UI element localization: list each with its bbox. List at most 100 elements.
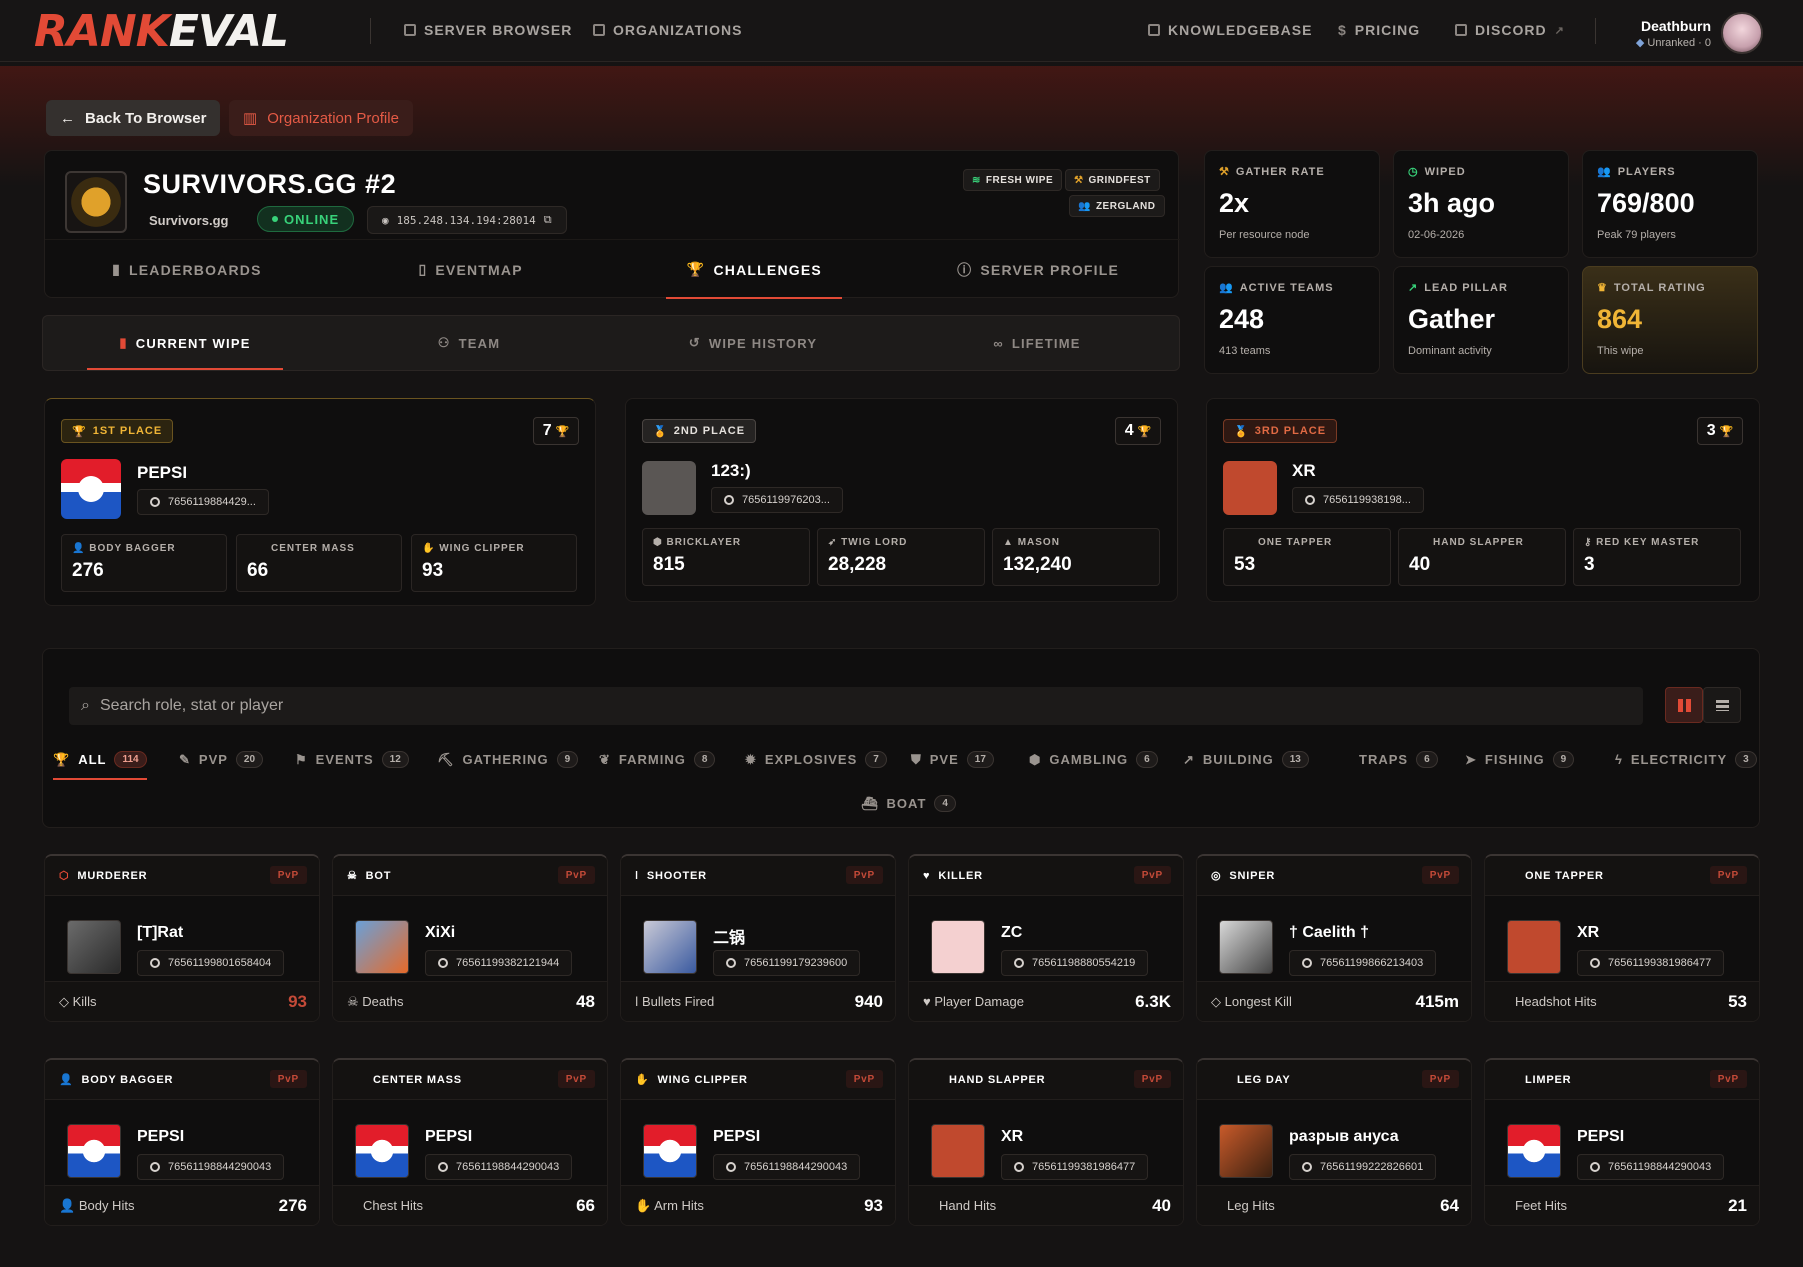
player-name[interactable]: PEPSI: [137, 1128, 184, 1146]
filter-gambling[interactable]: ⬢ GAMBLING 6: [1029, 751, 1158, 768]
steam-id[interactable]: 76561199381986477: [1577, 950, 1725, 976]
player-name[interactable]: XiXi: [425, 924, 455, 942]
server-ip[interactable]: ◉ 185.248.134.194:28014 ⧉: [367, 206, 567, 234]
subtab-team[interactable]: ⚇ TEAM: [327, 316, 611, 370]
avatar: [1219, 1124, 1273, 1178]
player-name[interactable]: PEPSI: [425, 1128, 472, 1146]
player-name[interactable]: XR: [1001, 1128, 1023, 1146]
role-card-murderer[interactable]: ⬡ MURDERER PvP [T]Rat 76561199801658404 ◇ Kil…: [44, 854, 320, 1022]
player-name[interactable]: ZC: [1001, 924, 1022, 942]
avatar: [61, 459, 121, 519]
steam-id[interactable]: 76561199381986477: [1001, 1154, 1149, 1180]
filter-fishing[interactable]: ➤ FISHING 9: [1465, 751, 1575, 768]
steam-id[interactable]: 76561198844290043: [137, 1154, 285, 1180]
filter-count: 6: [1416, 751, 1438, 768]
steam-id[interactable]: 76561198880554219: [1001, 950, 1149, 976]
subtab-current-wipe[interactable]: ▮ CURRENT WIPE: [43, 316, 327, 370]
tab-server-profile[interactable]: ⓘ SERVER PROFILE: [896, 240, 1180, 299]
steam-text: 76561199381986477: [1608, 957, 1712, 969]
tag-label: ZERGLAND: [1095, 200, 1156, 212]
user-menu[interactable]: Deathburn ◆ Unranked · 0: [1636, 12, 1763, 54]
search-input[interactable]: ⌕ Search role, stat or player: [69, 687, 1643, 725]
nav-organizations[interactable]: ORGANIZATIONS: [593, 22, 742, 38]
steam-id[interactable]: 76561199382121944: [425, 950, 573, 976]
tag-zergland: 👥 ZERGLAND: [1069, 195, 1165, 217]
stat-name: 👤 Body Hits: [59, 1198, 134, 1214]
player-name[interactable]: XR: [1577, 924, 1599, 942]
metric-value: 276: [72, 560, 104, 581]
nav-knowledgebase[interactable]: KNOWLEDGEBASE: [1148, 22, 1312, 38]
subtab-lifetime[interactable]: ∞ LIFETIME: [895, 316, 1179, 370]
organization-profile-button[interactable]: ▥ Organization Profile: [229, 100, 413, 136]
role-card-bot[interactable]: ☠ BOT PvP XiXi 76561199382121944 ☠ Deaths 48: [332, 854, 608, 1022]
role-card-center-mass[interactable]: CENTER MASS PvP PEPSI 76561198844290043 Ches…: [332, 1058, 608, 1226]
steam-id[interactable]: 7656119938198...: [1292, 487, 1424, 513]
nav-discord[interactable]: DISCORD ↗: [1455, 22, 1565, 38]
tab-leaderboards[interactable]: ▮ LEADERBOARDS: [45, 240, 329, 299]
players-icon: 👥: [1597, 166, 1612, 178]
player-name[interactable]: PEPSI: [1577, 1128, 1624, 1146]
role-stat: ◇ Longest Kill 415m: [1197, 981, 1471, 1021]
steam-id[interactable]: 76561199801658404: [137, 950, 285, 976]
metric-card: ✋ WING CLIPPER 93: [411, 534, 577, 592]
role-card-hand-slapper[interactable]: HAND SLAPPER PvP XR 76561199381986477 Hand H…: [908, 1058, 1184, 1226]
role-card-shooter[interactable]: ǀ SHOOTER PvP 二锅 76561199179239600 ǀ Bullets …: [620, 854, 896, 1022]
steam-id[interactable]: 76561198844290043: [425, 1154, 573, 1180]
metric-label-text: BODY BAGGER: [89, 543, 176, 554]
steam-id[interactable]: 76561199866213403: [1289, 950, 1437, 976]
player-name[interactable]: PEPSI: [137, 463, 187, 483]
filter-all[interactable]: 🏆 ALL 114: [53, 751, 147, 780]
role-card-one-tapper[interactable]: ONE TAPPER PvP XR 76561199381986477 Headshot…: [1484, 854, 1760, 1022]
filter-traps[interactable]: TRAPS 6: [1359, 751, 1438, 768]
role-card-limper[interactable]: LIMPER PvP PEPSI 76561198844290043 Feet Hits…: [1484, 1058, 1760, 1226]
back-to-browser-button[interactable]: ← Back To Browser: [46, 100, 221, 136]
role-card-wing-clipper[interactable]: ✋ WING CLIPPER PvP PEPSI 76561198844290043 ✋ …: [620, 1058, 896, 1226]
steam-id[interactable]: 76561199222826601: [1289, 1154, 1437, 1180]
list-icon: [1715, 700, 1729, 711]
nav-server-browser[interactable]: SERVER BROWSER: [404, 22, 572, 38]
nav-label: ORGANIZATIONS: [613, 22, 743, 38]
filter-farming[interactable]: ❦ FARMING 8: [599, 751, 716, 768]
filter-electricity[interactable]: ϟ ELECTRICITY 3: [1615, 751, 1757, 768]
steam-id[interactable]: 76561198844290043: [1577, 1154, 1725, 1180]
logo-red-text: RANK: [34, 6, 170, 57]
list-view-button[interactable]: [1703, 687, 1741, 723]
player-name[interactable]: 123:): [711, 461, 751, 481]
steam-id[interactable]: 76561199179239600: [713, 950, 861, 976]
tab-eventmap[interactable]: ▯ EVENTMAP: [329, 240, 613, 299]
role-card-sniper[interactable]: ◎ SNIPER PvP † Caelith † 76561199866213403 ◇ …: [1196, 854, 1472, 1022]
player-name[interactable]: PEPSI: [713, 1128, 760, 1146]
copy-icon[interactable]: ⧉: [544, 213, 552, 227]
stat-value: Gather: [1408, 304, 1496, 334]
role-card-killer[interactable]: ♥ KILLER PvP ZC 76561198880554219 ♥ Player Da…: [908, 854, 1184, 1022]
filter-pve[interactable]: ⛊ PVE 17: [911, 751, 994, 768]
filter-gathering[interactable]: ⛏ GATHERING 9: [437, 751, 579, 768]
steam-id[interactable]: 76561198844290043: [713, 1154, 861, 1180]
role-header: HAND SLAPPER PvP: [909, 1060, 1183, 1100]
nav-pricing[interactable]: $ PRICING: [1338, 22, 1420, 38]
player-name[interactable]: 二锅: [713, 924, 745, 948]
role-card-body-bagger[interactable]: 👤 BODY BAGGER PvP PEPSI 76561198844290043 👤 B…: [44, 1058, 320, 1226]
steam-id[interactable]: 7656119976203...: [711, 487, 843, 513]
filter-events[interactable]: ⚑ EVENTS 12: [295, 751, 409, 768]
filter-explosives[interactable]: ✹ EXPLOSIVES 7: [745, 751, 887, 768]
player-name[interactable]: † Caelith †: [1289, 924, 1369, 942]
logo[interactable]: RANKEVAL: [34, 10, 289, 54]
avatar[interactable]: [1721, 12, 1763, 54]
tab-challenges[interactable]: 🏆 CHALLENGES: [613, 240, 897, 299]
place-text: 1ST PLACE: [92, 425, 163, 437]
subtab-wipe-history[interactable]: ↺ WIPE HISTORY: [611, 316, 895, 370]
filter-pvp[interactable]: ✎ PVP 20: [179, 751, 264, 768]
player-name[interactable]: разрыв ануса: [1289, 1128, 1399, 1146]
server-org-link[interactable]: Survivors.gg: [149, 213, 228, 228]
player-name[interactable]: XR: [1292, 461, 1316, 481]
filter-boat[interactable]: ⛴ BOAT 4: [861, 795, 956, 812]
building-icon: [593, 24, 605, 36]
grid-view-button[interactable]: [1665, 687, 1703, 723]
group-icon: 👥: [1078, 200, 1091, 212]
role-card-leg-day[interactable]: LEG DAY PvP разрыв ануса 76561199222826601 L…: [1196, 1058, 1472, 1226]
steam-id[interactable]: 7656119884429...: [137, 489, 269, 515]
player-name[interactable]: [T]Rat: [137, 924, 183, 942]
diamond-icon: ◇: [59, 993, 69, 1009]
filter-building[interactable]: ↗ BUILDING 13: [1183, 751, 1309, 768]
